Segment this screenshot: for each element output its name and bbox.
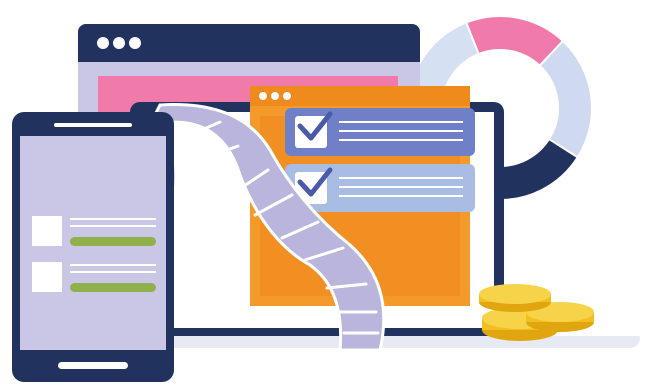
text-line: [70, 264, 156, 266]
thumbnail: [32, 216, 62, 246]
list-item: [32, 262, 162, 296]
thumbnail: [32, 262, 62, 292]
phone-screen: [20, 136, 166, 350]
text-line: [70, 225, 156, 227]
text-line: [70, 218, 156, 220]
checkmark-icon: [297, 167, 333, 197]
text-line: [70, 271, 156, 273]
phone-home-bar: [58, 362, 128, 369]
status-bar: [70, 237, 156, 246]
payment-illustration: [0, 0, 646, 387]
coin-stack-icon: [479, 284, 594, 341]
smartphone-icon: [12, 112, 174, 382]
status-bar: [70, 283, 156, 292]
list-item: [32, 216, 162, 250]
checkmark-icon: [297, 111, 333, 141]
phone-speaker: [54, 123, 132, 127]
